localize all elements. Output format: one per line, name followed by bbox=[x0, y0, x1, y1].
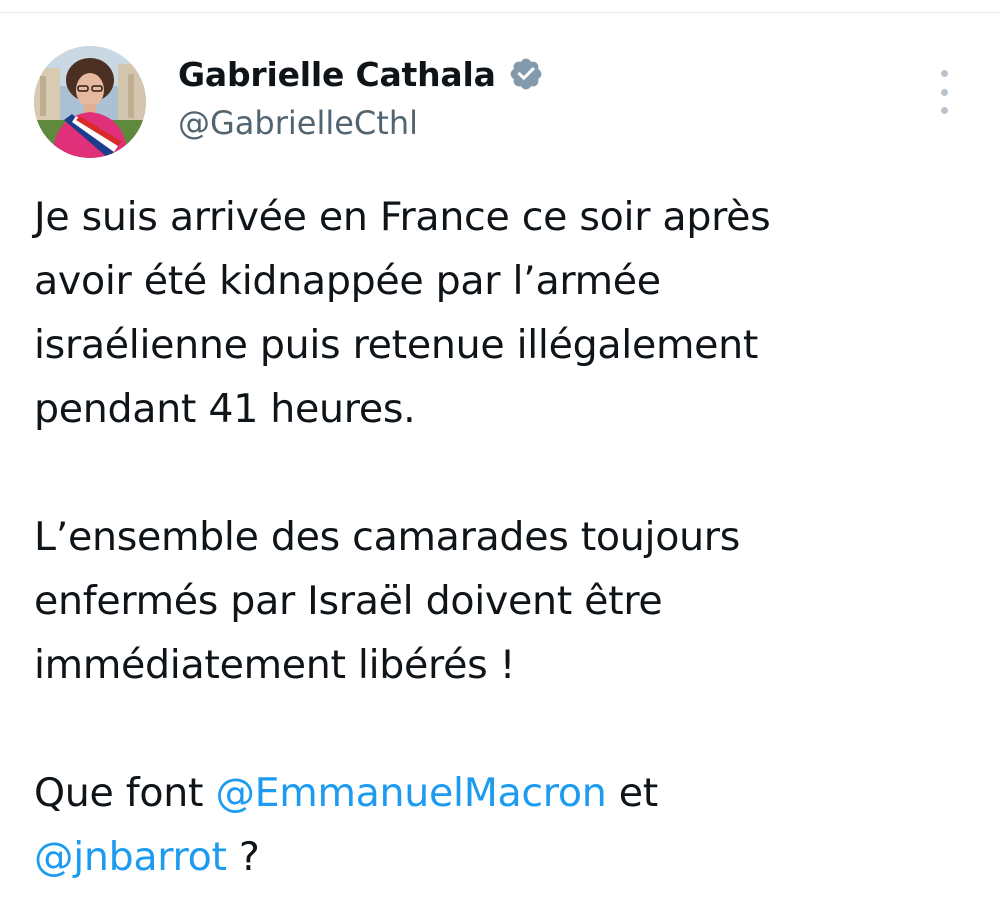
tweet-line: L’ensemble des camarades toujours bbox=[34, 514, 741, 560]
tweet-line: pendant 41 heures. bbox=[34, 386, 416, 432]
tweet-text: Je suis arrivée en France ce soir après … bbox=[34, 185, 974, 889]
tweet-line: immédiatement libérés ! bbox=[34, 642, 516, 688]
author-display-name[interactable]: Gabrielle Cathala bbox=[178, 55, 496, 94]
avatar[interactable] bbox=[34, 46, 146, 158]
more-dot bbox=[940, 107, 948, 114]
more-options-icon[interactable] bbox=[924, 70, 964, 114]
mention-link-emmanuelmacron[interactable]: @EmmanuelMacron bbox=[215, 770, 606, 816]
tweet-line: avoir été kidnappée par l’armée bbox=[34, 258, 661, 304]
tweet-text-segment: ? bbox=[226, 834, 260, 880]
mention-link-jnbarrot[interactable]: @jnbarrot bbox=[34, 834, 227, 880]
tweet-line: Je suis arrivée en France ce soir après bbox=[34, 194, 771, 240]
tweet-line: enfermés par Israël doivent être bbox=[34, 578, 663, 624]
tweet-text-segment: et bbox=[606, 770, 659, 816]
tweet-line: israélienne puis retenue illégalement bbox=[34, 322, 759, 368]
author-handle[interactable]: @GabrielleCthl bbox=[178, 104, 544, 142]
tweet-text-segment: Que font bbox=[34, 770, 216, 816]
verified-badge-icon[interactable] bbox=[508, 56, 544, 92]
tweet-author: Gabrielle Cathala @GabrielleCthl bbox=[178, 52, 544, 142]
tweet-line: @jnbarrot ? bbox=[34, 825, 974, 889]
more-dot bbox=[940, 70, 948, 77]
more-dot bbox=[940, 88, 948, 96]
author-name-row: Gabrielle Cathala bbox=[178, 52, 544, 96]
tweet-line: Que font @EmmanuelMacron et bbox=[34, 761, 974, 825]
avatar-photo bbox=[34, 46, 146, 158]
top-divider bbox=[0, 12, 1000, 13]
